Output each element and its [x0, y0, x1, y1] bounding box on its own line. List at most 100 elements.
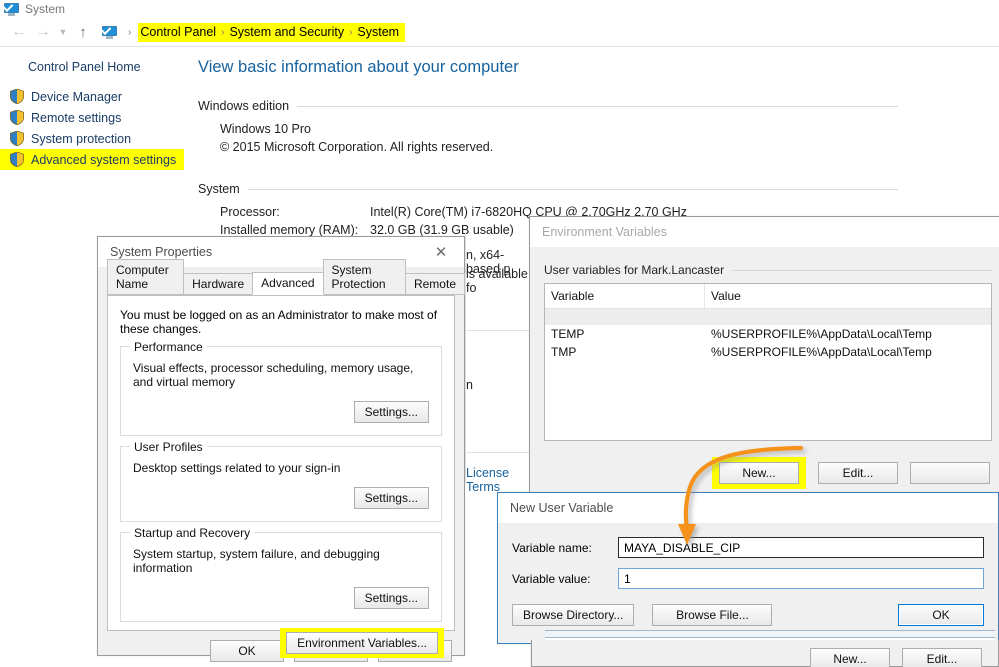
- license-terms-link[interactable]: License Terms: [466, 466, 530, 494]
- group-label: User Profiles: [130, 440, 207, 454]
- shield-icon: [10, 89, 24, 104]
- shield-icon: [10, 110, 24, 125]
- divider: [732, 270, 992, 271]
- tab-hardware[interactable]: Hardware: [183, 273, 253, 295]
- screen: System ← → ▼ ↑ › Control Panel › System …: [0, 0, 999, 667]
- shield-icon: [10, 152, 24, 167]
- location-monitor-icon: [102, 26, 117, 39]
- table-row[interactable]: [545, 309, 991, 325]
- dialog-titlebar: New User Variable: [498, 493, 998, 523]
- user-variables-table[interactable]: Variable Value TEMP %USERPROFILE%\AppDat…: [544, 283, 992, 441]
- new-user-variable-button-highlight: New...: [712, 457, 806, 489]
- environment-variables-button-highlight: Environment Variables...: [280, 628, 444, 658]
- close-icon[interactable]: ✕: [424, 238, 458, 266]
- sidebar-item-remote-settings[interactable]: Remote settings: [0, 107, 121, 128]
- ok-button[interactable]: OK: [898, 604, 984, 626]
- group-label: Startup and Recovery: [130, 526, 254, 540]
- divider: [248, 189, 898, 190]
- group-label: Windows edition: [198, 99, 289, 113]
- window-title: System: [25, 2, 65, 16]
- cell-variable: TEMP: [545, 325, 705, 343]
- variable-name-input[interactable]: [618, 537, 984, 558]
- column-header-value[interactable]: Value: [705, 284, 747, 308]
- browse-directory-button[interactable]: Browse Directory...: [512, 604, 634, 626]
- row-key: Installed memory (RAM):: [220, 223, 370, 237]
- dialog-title: New User Variable: [510, 501, 992, 515]
- page-title: View basic information about your comput…: [198, 58, 898, 77]
- variable-value-input[interactable]: [618, 568, 984, 589]
- background-edge: [465, 232, 466, 482]
- new-user-variable-dialog: New User Variable Variable name: Variabl…: [497, 492, 999, 644]
- group-label: User variables for Mark.Lancaster: [544, 263, 724, 277]
- group-description: Visual effects, processor scheduling, me…: [133, 361, 429, 389]
- background-divider: [466, 330, 529, 331]
- performance-settings-button[interactable]: Settings...: [354, 401, 429, 423]
- arrow-right-icon[interactable]: →: [32, 21, 54, 43]
- sidebar-item-label: Advanced system settings: [31, 153, 176, 167]
- main-content: View basic information about your comput…: [198, 58, 898, 239]
- user-profiles-settings-button[interactable]: Settings...: [354, 487, 429, 509]
- environment-variables-button[interactable]: Environment Variables...: [286, 632, 438, 654]
- tab-panel-advanced: You must be logged on as an Administrato…: [107, 295, 455, 631]
- variable-value-row: Variable value:: [512, 568, 984, 589]
- browse-file-button[interactable]: Browse File...: [652, 604, 772, 626]
- row-key: Processor:: [220, 205, 370, 219]
- variable-name-row: Variable name:: [512, 537, 984, 558]
- breadcrumb-separator: ›: [123, 27, 136, 38]
- windows-edition-group-header: Windows edition: [198, 99, 898, 113]
- group-description: System startup, system failure, and debu…: [133, 547, 429, 575]
- administrator-note: You must be logged on as an Administrato…: [108, 296, 454, 336]
- group-description: Desktop settings related to your sign-in: [133, 461, 429, 475]
- startup-recovery-settings-button[interactable]: Settings...: [354, 587, 429, 609]
- edit-user-variable-button[interactable]: Edit...: [818, 462, 898, 484]
- tab-system-protection[interactable]: System Protection: [323, 259, 406, 295]
- variable-name-label: Variable name:: [512, 541, 618, 555]
- breadcrumb-item-control-panel[interactable]: Control Panel: [140, 25, 216, 39]
- sidebar-item-advanced-system-settings[interactable]: Advanced system settings: [0, 149, 184, 170]
- cell-variable: TMP: [545, 343, 705, 361]
- clipped-text-fragment: n: [466, 378, 528, 392]
- chevron-down-icon[interactable]: ▼: [56, 21, 70, 43]
- arrow-left-icon[interactable]: ←: [8, 21, 30, 43]
- group-label: System: [198, 182, 240, 196]
- arrow-up-icon[interactable]: ↑: [72, 21, 94, 43]
- navbar-divider: [0, 46, 999, 47]
- dialog-title: System Properties: [110, 245, 424, 259]
- startup-recovery-group: Startup and Recovery System startup, sys…: [120, 532, 442, 622]
- navigation-bar: ← → ▼ ↑ › Control Panel › System and Sec…: [0, 18, 999, 46]
- tab-advanced[interactable]: Advanced: [252, 272, 323, 295]
- delete-user-variable-button[interactable]: [910, 462, 990, 484]
- breadcrumb-item-system-and-security[interactable]: System and Security: [229, 25, 344, 39]
- dialog-title: Environment Variables: [542, 225, 999, 239]
- monitor-icon: [4, 3, 19, 16]
- cell-value: %USERPROFILE%\AppData\Local\Temp: [705, 343, 938, 361]
- table-header: Variable Value: [545, 284, 991, 309]
- tab-computer-name[interactable]: Computer Name: [107, 259, 184, 295]
- edit-system-variable-button[interactable]: Edit...: [902, 648, 982, 667]
- windows-edition-value: Windows 10 Pro: [198, 120, 898, 138]
- dialog-titlebar: Environment Variables: [530, 217, 999, 247]
- table-row[interactable]: TEMP %USERPROFILE%\AppData\Local\Temp: [545, 325, 991, 343]
- performance-group: Performance Visual effects, processor sc…: [120, 346, 442, 436]
- sidebar-item-system-protection[interactable]: System protection: [0, 128, 131, 149]
- shield-icon: [10, 131, 24, 146]
- sidebar-item-label: Device Manager: [31, 90, 122, 104]
- group-label: Performance: [130, 340, 207, 354]
- new-system-variable-button[interactable]: New...: [810, 648, 890, 667]
- user-variables-group-header: User variables for Mark.Lancaster: [544, 263, 992, 277]
- new-user-variable-button[interactable]: New...: [719, 462, 799, 484]
- column-header-variable[interactable]: Variable: [545, 284, 705, 308]
- tab-bar: Computer Name Hardware Advanced System P…: [98, 273, 464, 295]
- sidebar-item-label: System protection: [31, 132, 131, 146]
- copyright-text: © 2015 Microsoft Corporation. All rights…: [198, 138, 898, 156]
- user-profiles-group: User Profiles Desktop settings related t…: [120, 446, 442, 522]
- sidebar-item-control-panel-home[interactable]: Control Panel Home: [0, 56, 190, 78]
- cell-value: %USERPROFILE%\AppData\Local\Temp: [705, 325, 938, 343]
- row-value: 32.0 GB (31.9 GB usable): [370, 223, 514, 237]
- tab-remote[interactable]: Remote: [405, 273, 465, 295]
- sidebar-item-device-manager[interactable]: Device Manager: [0, 86, 122, 107]
- breadcrumb-item-system[interactable]: System: [357, 25, 399, 39]
- clipped-system-variable-row: [545, 630, 995, 640]
- sidebar: Control Panel Home Device Manager Re: [0, 56, 190, 170]
- table-row[interactable]: TMP %USERPROFILE%\AppData\Local\Temp: [545, 343, 991, 361]
